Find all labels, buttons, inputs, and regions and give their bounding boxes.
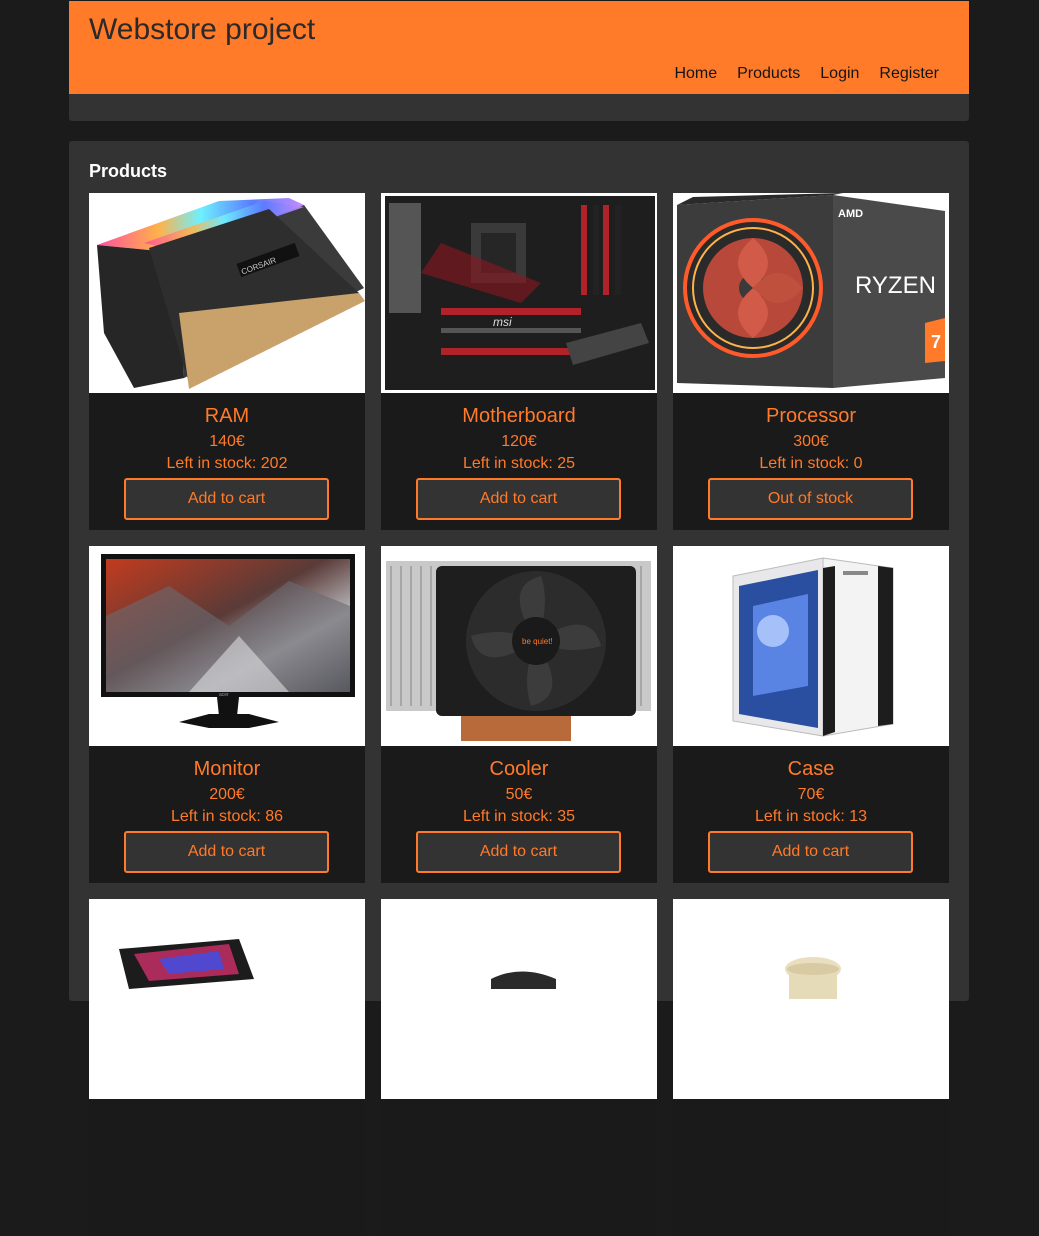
- processor-brand-text: AMD: [838, 208, 863, 220]
- laptop-image: [89, 899, 365, 1099]
- product-price: 300€: [793, 433, 829, 450]
- site-header: Webstore project Home Products Login Reg…: [69, 1, 969, 94]
- ram-image: CORSAIR: [89, 193, 365, 393]
- product-card-cooler: be quiet! Cooler 50€ Left in stock: 35 A…: [381, 546, 657, 883]
- product-name: Monitor: [193, 758, 261, 780]
- processor-model-text: RYZEN: [855, 272, 936, 299]
- product-name: RAM: [204, 405, 250, 427]
- product-price: 200€: [209, 786, 245, 803]
- monitor-brand-text: acer: [219, 692, 229, 698]
- product-name: Motherboard: [462, 405, 576, 427]
- nav-login-link[interactable]: Login: [820, 65, 859, 83]
- product-card-9: [673, 899, 949, 1236]
- cooler-image: be quiet!: [381, 546, 657, 746]
- product-name: Processor: [765, 405, 857, 427]
- product-card-monitor: acer Monitor 200€ Left in stock: 86 Add …: [89, 546, 365, 883]
- nav-home-link[interactable]: Home: [674, 65, 717, 83]
- product-price: 50€: [505, 786, 533, 803]
- site-title: Webstore project: [89, 13, 316, 46]
- product-name: Case: [787, 758, 835, 780]
- product-stock: Left in stock: 0: [759, 455, 863, 472]
- product-card-ram: CORSAIR RAM 140€ Left in stock: 202 Add …: [89, 193, 365, 530]
- main-nav: Home Products Login Register: [674, 65, 939, 83]
- add-to-cart-button[interactable]: Add to cart: [124, 478, 329, 520]
- product-price: 140€: [209, 433, 245, 450]
- product-price: 70€: [797, 786, 825, 803]
- product-name: Cooler: [489, 758, 549, 780]
- page-wrapper: Webstore project Home Products Login Reg…: [69, 1, 969, 1236]
- out-of-stock-button[interactable]: Out of stock: [708, 478, 913, 520]
- case-image: [673, 546, 949, 746]
- mouse-image: [673, 899, 949, 1099]
- monitor-image: acer: [89, 546, 365, 746]
- cooler-brand-text: be quiet!: [522, 637, 553, 646]
- product-card-case: Case 70€ Left in stock: 13 Add to cart: [673, 546, 949, 883]
- product-stock: Left in stock: 202: [166, 455, 288, 472]
- product-stock: Left in stock: 13: [754, 808, 868, 825]
- header-bar: [69, 94, 969, 121]
- product-card-laptop: [89, 899, 365, 1236]
- nav-products-link[interactable]: Products: [737, 65, 800, 83]
- add-to-cart-button[interactable]: Add to cart: [124, 831, 329, 873]
- product-image: [381, 899, 657, 1099]
- product-card-processor: 7 RYZEN AMD Processor 300€ Left in stock…: [673, 193, 949, 530]
- product-stock: Left in stock: 86: [170, 808, 284, 825]
- products-panel: Products CORSAIR RAM 140€ Left in stock:…: [69, 141, 969, 1236]
- add-to-cart-button[interactable]: Add to cart: [416, 478, 621, 520]
- product-price: 120€: [501, 433, 537, 450]
- processor-tier-text: 7: [931, 332, 941, 352]
- product-stock: Left in stock: 35: [462, 808, 576, 825]
- add-to-cart-button[interactable]: Add to cart: [416, 831, 621, 873]
- add-to-cart-button[interactable]: Add to cart: [708, 831, 913, 873]
- product-card-motherboard: msi Motherboard 120€ Left in stock: 25 A…: [381, 193, 657, 530]
- products-heading: Products: [89, 161, 168, 181]
- product-stock: Left in stock: 25: [462, 455, 576, 472]
- motherboard-brand-text: msi: [493, 315, 512, 329]
- nav-register-link[interactable]: Register: [879, 65, 939, 83]
- motherboard-image: msi: [381, 193, 657, 393]
- product-card-8: [381, 899, 657, 1236]
- processor-image: 7 RYZEN AMD: [673, 193, 949, 393]
